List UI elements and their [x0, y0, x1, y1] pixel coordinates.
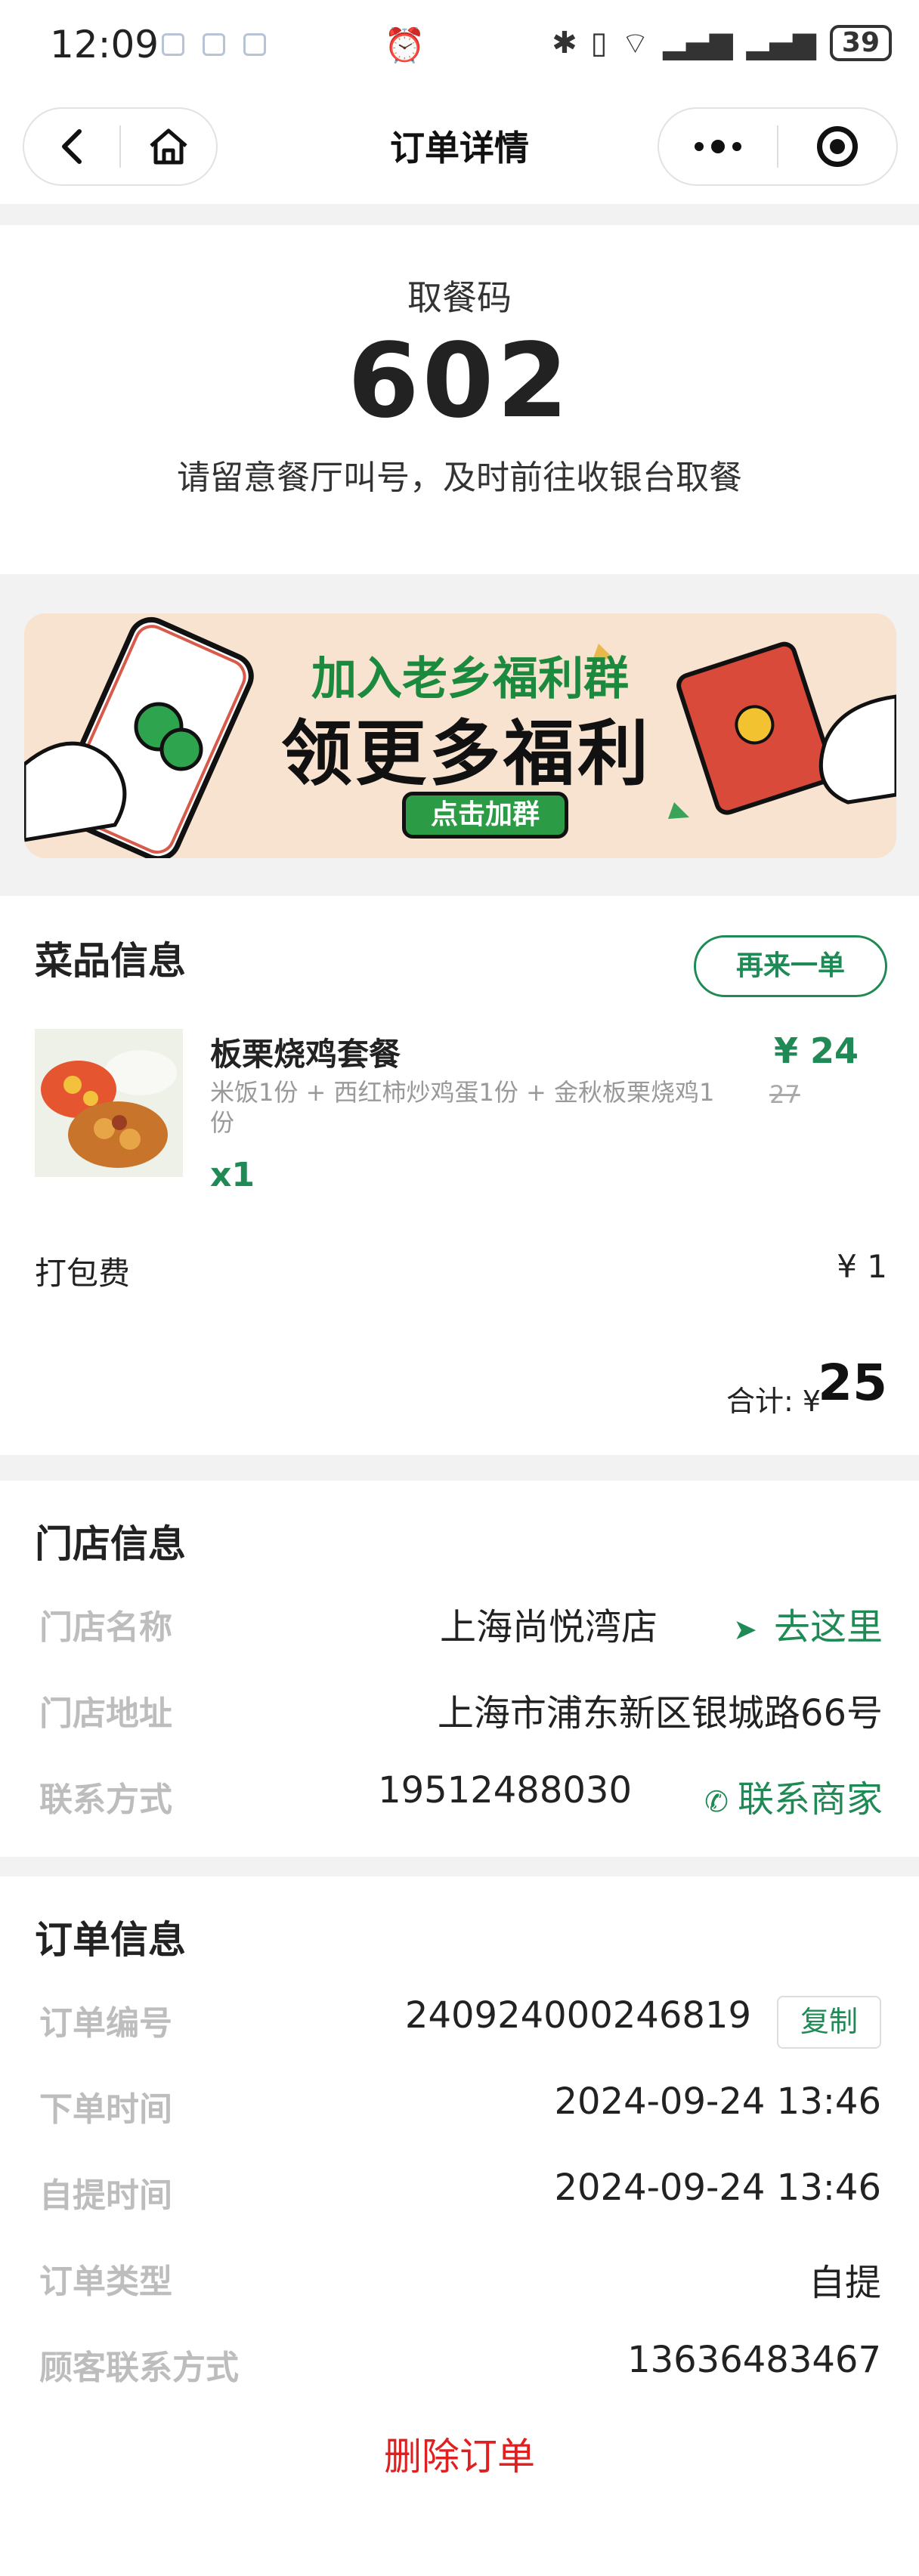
battery-icon: 39 — [829, 25, 892, 61]
dish-price: ¥ 24 — [774, 1030, 859, 1071]
nav-bar: 订单详情 — [0, 91, 919, 204]
status-time: 12:09 — [50, 23, 159, 66]
dish-original-price: 27 — [769, 1080, 800, 1109]
target-icon — [817, 126, 858, 167]
packing-fee-label: 打包费 — [35, 1255, 131, 1292]
vibrate-icon: ▯ — [590, 26, 608, 60]
navigate-label: 去这里 — [773, 1606, 883, 1648]
reorder-button[interactable]: 再来一单 — [694, 935, 887, 997]
bluetooth-icon: ✱ — [552, 26, 577, 60]
status-icons: ✱ ▯ ⌔ ▂▄▆ ▂▄▆ 39 — [552, 24, 892, 62]
dish-section-title: 菜品信息 — [35, 939, 186, 983]
phone-icon: ✆ — [704, 1785, 729, 1818]
store-info-card: 门店信息 门店名称 上海尚悦湾店 ➤ 去这里 门店地址 上海市浦东新区银城路66号… — [0, 1481, 919, 1857]
pickup-label: 取餐码 — [407, 277, 512, 318]
pickup-code: 602 — [348, 322, 571, 441]
order-type-value: 自提 — [808, 2262, 881, 2304]
store-name-label: 门店名称 — [39, 1608, 172, 1647]
pickup-time-value: 2024-09-24 13:46 — [554, 2167, 881, 2209]
alarm-icon: ⏰ — [384, 26, 425, 65]
contact-merchant-button[interactable]: ✆ 联系商家 — [704, 1769, 883, 1822]
customer-contact-label: 顾客联系方式 — [39, 2349, 239, 2387]
pickup-hint: 请留意餐厅叫号，及时前往收银台取餐 — [177, 459, 742, 497]
store-name-value: 上海尚悦湾店 — [439, 1606, 658, 1648]
join-group-button[interactable]: 点击加群 — [402, 792, 568, 839]
store-address-value: 上海市浦东新区银城路66号 — [437, 1692, 883, 1734]
signal-icon: ▂▄▆ — [663, 26, 733, 60]
store-contact-label: 联系方式 — [39, 1781, 172, 1819]
pickup-time-label: 自提时间 — [39, 2176, 172, 2215]
more-button[interactable] — [659, 109, 777, 184]
pickup-section: 取餐码 602 请留意餐厅叫号，及时前往收银台取餐 — [0, 225, 919, 574]
dish-name: 板栗烧鸡套餐 — [210, 1036, 401, 1073]
copy-button[interactable]: 复制 — [777, 1996, 881, 2049]
navigate-button[interactable]: ➤ 去这里 — [733, 1597, 883, 1650]
notification-icon — [243, 33, 266, 56]
customer-contact-value: 13636483467 — [627, 2339, 881, 2381]
order-time-label: 下单时间 — [39, 2090, 172, 2129]
nav-capsule-right — [658, 107, 898, 186]
order-detail-page: 12:09 ⏰ ✱ ▯ ⌔ ▂▄▆ ▂▄▆ 39 订单详情 取餐码 602 请留… — [0, 0, 919, 2576]
promo-banner[interactable]: 加入老乡福利群 领更多福利 点击加群 — [24, 613, 896, 858]
order-info-card: 订单信息 订单编号 240924000246819 复制 下单时间 2024-0… — [0, 1876, 919, 2576]
order-section-title: 订单信息 — [35, 1918, 186, 1962]
location-arrow-icon: ➤ — [733, 1613, 757, 1646]
signal-icon: ▂▄▆ — [746, 26, 816, 60]
dish-description: 米饭1份 + 西红柿炒鸡蛋1份 + 金秋板栗烧鸡1份 — [210, 1078, 715, 1137]
store-section-title: 门店信息 — [35, 1522, 186, 1566]
order-number-value: 240924000246819 — [404, 1994, 751, 2037]
close-miniprogram-button[interactable] — [778, 109, 896, 184]
dish-image — [35, 1029, 183, 1177]
order-time-value: 2024-09-24 13:46 — [554, 2080, 881, 2123]
total-label: 合计: ¥ — [726, 1385, 821, 1418]
notification-icon — [203, 33, 225, 56]
dish-info-card: 菜品信息 再来一单 板栗烧鸡套餐 米饭1份 + 西红柿炒鸡蛋1份 + 金秋板栗烧… — [0, 896, 919, 1455]
notification-icon — [162, 33, 184, 56]
order-number-label: 订单编号 — [39, 2004, 172, 2043]
store-phone-value: 19512488030 — [378, 1769, 632, 1812]
order-type-label: 订单类型 — [39, 2262, 172, 2301]
delete-order-button[interactable]: 删除订单 — [0, 2426, 919, 2481]
wifi-icon: ⌔ — [620, 26, 650, 61]
contact-merchant-label: 联系商家 — [737, 1778, 883, 1821]
dish-quantity: x1 — [210, 1156, 255, 1194]
banner-headline: 领更多福利 — [281, 713, 652, 795]
status-bar: 12:09 ⏰ ✱ ▯ ⌔ ▂▄▆ ▂▄▆ 39 — [0, 0, 919, 91]
total-value: 25 — [818, 1354, 887, 1412]
more-icon — [695, 140, 741, 153]
packing-fee-value: ¥ 1 — [837, 1248, 887, 1285]
store-address-label: 门店地址 — [39, 1694, 172, 1733]
